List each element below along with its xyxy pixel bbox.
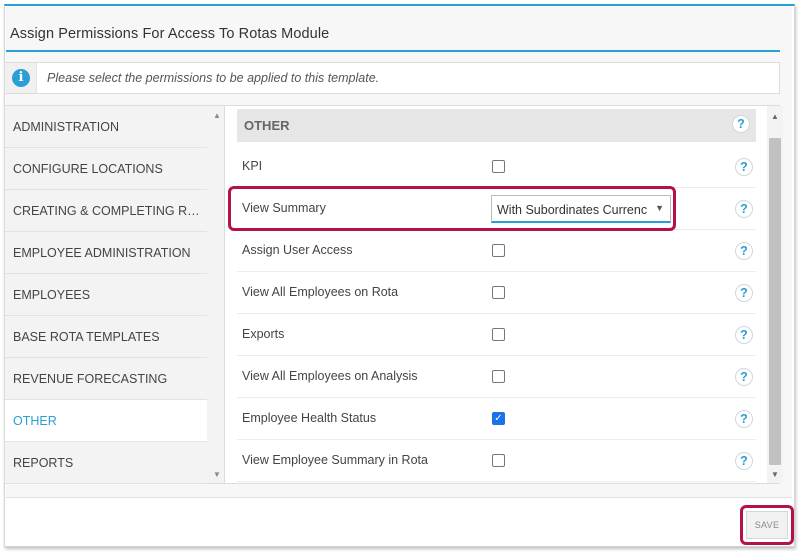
scroll-up-icon[interactable]: ▲ <box>771 112 779 121</box>
sidebar-item-label: ADMINISTRATION <box>13 120 120 134</box>
caret-down-icon: ▼ <box>655 203 664 213</box>
permission-row-employee-health-status: Employee Health Status ✓ ? <box>237 398 756 440</box>
sidebar-item-label: CONFIGURE LOCATIONS <box>13 162 163 176</box>
permission-checkbox-checked[interactable]: ✓ <box>492 412 505 425</box>
help-icon[interactable]: ? <box>735 158 753 176</box>
permission-row-view-summary: View Summary With Subordinates Currenc ▼… <box>237 188 756 230</box>
help-icon[interactable]: ? <box>732 115 750 133</box>
sidebar-item-other[interactable]: OTHER <box>5 400 207 442</box>
sidebar-item-label: REPORTS <box>13 456 74 470</box>
permission-label: View Summary <box>242 201 326 215</box>
help-icon[interactable]: ? <box>735 368 753 386</box>
view-summary-select[interactable]: With Subordinates Currenc ▼ <box>491 195 671 223</box>
help-icon[interactable]: ? <box>735 284 753 302</box>
sidebar-item-employee-administration[interactable]: EMPLOYEE ADMINISTRATION <box>5 232 207 274</box>
page-header: Assign Permissions For Access To Rotas M… <box>6 20 780 52</box>
sidebar-item-configure-locations[interactable]: CONFIGURE LOCATIONS <box>5 148 207 190</box>
info-text: Please select the permissions to be appl… <box>47 71 380 85</box>
permission-checkbox[interactable] <box>492 160 505 173</box>
permission-row-view-all-employees-rota: View All Employees on Rota ? <box>237 272 756 314</box>
permission-label: Assign User Access <box>242 243 353 257</box>
section-title: OTHER <box>244 118 290 133</box>
sidebar-item-base-rota-templates[interactable]: BASE ROTA TEMPLATES <box>5 316 207 358</box>
permission-checkbox[interactable] <box>492 286 505 299</box>
sidebar-item-label: BASE ROTA TEMPLATES <box>13 330 160 344</box>
category-sidebar: ADMINISTRATION CONFIGURE LOCATIONS CREAT… <box>5 106 225 484</box>
permission-checkbox[interactable] <box>492 244 505 257</box>
permission-label: View All Employees on Rota <box>242 285 399 299</box>
sidebar-item-revenue-forecasting[interactable]: REVENUE FORECASTING <box>5 358 207 400</box>
help-icon[interactable]: ? <box>735 326 753 344</box>
scroll-down-icon[interactable]: ▼ <box>213 470 221 479</box>
select-value: With Subordinates Currenc <box>497 203 647 217</box>
permission-label: Employee Health Status <box>242 411 377 425</box>
section-header: OTHER ? <box>237 109 756 142</box>
permissions-body: ADMINISTRATION CONFIGURE LOCATIONS CREAT… <box>4 105 783 484</box>
save-button[interactable]: SAVE <box>746 511 788 539</box>
permission-checkbox[interactable] <box>492 370 505 383</box>
sidebar-item-label: CREATING & COMPLETING ROT... <box>13 204 207 218</box>
permission-checkbox[interactable] <box>492 328 505 341</box>
help-icon[interactable]: ? <box>735 410 753 428</box>
permission-row-assign-user-access: Assign User Access ? <box>237 230 756 272</box>
sidebar-item-label: EMPLOYEE ADMINISTRATION <box>13 246 191 260</box>
sidebar-item-creating-completing-rotas[interactable]: CREATING & COMPLETING ROT... <box>5 190 207 232</box>
page-title: Assign Permissions For Access To Rotas M… <box>10 26 330 42</box>
sidebar-item-label: OTHER <box>13 414 57 428</box>
sidebar-item-reports[interactable]: REPORTS <box>5 442 207 484</box>
permission-row-kpi: KPI ? <box>237 146 756 188</box>
sidebar-item-administration[interactable]: ADMINISTRATION <box>5 106 207 148</box>
sidebar-item-label: EMPLOYEES <box>13 288 91 302</box>
permission-label: Exports <box>242 327 285 341</box>
info-icon: i <box>12 69 30 87</box>
scroll-down-icon[interactable]: ▼ <box>771 470 779 479</box>
help-icon[interactable]: ? <box>735 200 753 218</box>
permission-row-view-all-employees-analysis: View All Employees on Analysis ? <box>237 356 756 398</box>
content-scrollbar[interactable]: ▲ ▼ <box>767 106 783 483</box>
permission-label: View All Employees on Analysis <box>242 369 418 383</box>
permission-row-exports: Exports ? <box>237 314 756 356</box>
permission-label: View Employee Summary in Rota <box>242 453 428 467</box>
permissions-content: OTHER ? KPI ? View Summary With Subordin… <box>231 106 783 483</box>
info-bar: i Please select the permissions to be ap… <box>4 62 780 94</box>
scrollbar-thumb[interactable] <box>769 138 781 465</box>
permission-label: KPI <box>242 159 263 173</box>
help-icon[interactable]: ? <box>735 242 753 260</box>
permission-checkbox[interactable] <box>492 454 505 467</box>
sidebar-item-label: REVENUE FORECASTING <box>13 372 168 386</box>
sidebar-scrollbar[interactable]: ▲ ▼ <box>210 106 224 483</box>
category-list: ADMINISTRATION CONFIGURE LOCATIONS CREAT… <box>5 106 207 484</box>
help-icon[interactable]: ? <box>735 452 753 470</box>
scroll-up-icon[interactable]: ▲ <box>213 111 221 120</box>
sidebar-item-employees[interactable]: EMPLOYEES <box>5 274 207 316</box>
permission-row-view-employee-summary-rota: View Employee Summary in Rota ? <box>237 440 756 482</box>
